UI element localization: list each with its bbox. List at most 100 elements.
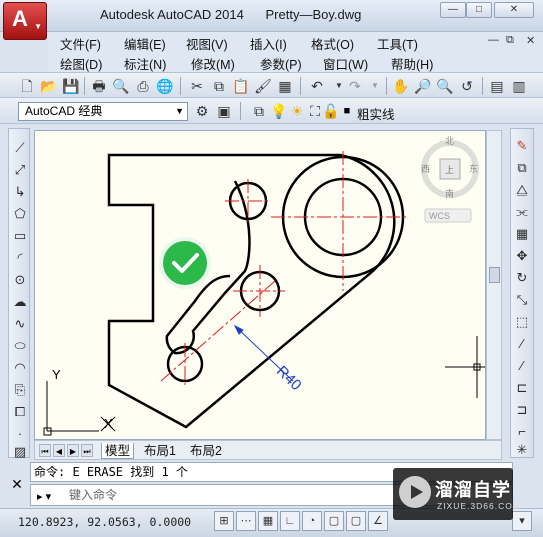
application-menu-button[interactable]: A ▼ bbox=[3, 2, 47, 40]
doc-close-icon[interactable]: ✕ bbox=[526, 34, 535, 47]
move-icon[interactable]: ✥ bbox=[513, 247, 531, 265]
menu-insert[interactable]: 插入(I) bbox=[250, 34, 287, 53]
trim-icon[interactable]: ⁄ bbox=[513, 335, 531, 353]
layer-manager-icon[interactable]: ⧉ bbox=[250, 102, 268, 120]
menu-view[interactable]: 视图(V) bbox=[186, 34, 228, 53]
polar-tracking-icon[interactable]: ◔ bbox=[302, 511, 322, 531]
close-button[interactable]: ✕ bbox=[494, 2, 534, 18]
explode-icon[interactable]: ✳ bbox=[513, 441, 531, 459]
zoom-previous-icon[interactable]: ↺ bbox=[458, 77, 476, 95]
join-icon[interactable]: ⊐ bbox=[513, 401, 531, 419]
save-icon[interactable]: 💾 bbox=[62, 77, 80, 95]
hatch-icon[interactable]: ▨ bbox=[11, 443, 29, 461]
zoom-realtime-icon[interactable]: 🔎 bbox=[414, 77, 432, 95]
workspace-settings-gear-icon[interactable]: ⚙ bbox=[193, 102, 211, 120]
scale-icon[interactable]: ⤡ bbox=[513, 291, 531, 309]
spline-icon[interactable]: ∿ bbox=[11, 315, 29, 333]
match-properties-icon[interactable]: 🖌 bbox=[254, 77, 272, 95]
array-icon[interactable]: ▦ bbox=[513, 225, 531, 243]
current-layer-name[interactable]: 粗实线 bbox=[357, 104, 395, 123]
menu-file[interactable]: 文件(F) bbox=[60, 34, 101, 53]
construction-line-icon[interactable]: ⤢ bbox=[11, 161, 29, 179]
rectangle-icon[interactable]: ▭ bbox=[11, 227, 29, 245]
revision-cloud-icon[interactable]: ☁ bbox=[11, 293, 29, 311]
object-snap-icon[interactable]: ▢ bbox=[324, 511, 344, 531]
polyline-icon[interactable]: ↳ bbox=[11, 183, 29, 201]
menu-draw[interactable]: 绘图(D) bbox=[60, 54, 102, 73]
block-editor-icon[interactable]: ▦ bbox=[276, 77, 294, 95]
erase-icon[interactable]: ✎ bbox=[513, 137, 531, 155]
tab-model[interactable]: 模型 bbox=[101, 443, 135, 459]
insert-block-icon[interactable]: ⎘ bbox=[11, 381, 29, 399]
menu-format[interactable]: 格式(O) bbox=[311, 34, 354, 53]
minimize-button[interactable]: — bbox=[440, 2, 466, 18]
prev-tab-arrow-icon[interactable]: ◀ bbox=[53, 444, 65, 457]
open-icon[interactable]: 📂 bbox=[40, 77, 58, 95]
stretch-icon[interactable]: ⬚ bbox=[513, 313, 531, 331]
next-tab-arrow-icon[interactable]: ▶ bbox=[67, 444, 79, 457]
circle-icon[interactable]: ⊙ bbox=[11, 271, 29, 289]
menu-modify[interactable]: 修改(M) bbox=[191, 54, 235, 73]
design-center-icon[interactable]: ▥ bbox=[510, 77, 528, 95]
object-snap-tracking-icon[interactable]: ∠ bbox=[368, 511, 388, 531]
vertical-scrollbar[interactable] bbox=[486, 130, 502, 440]
zoom-window-icon[interactable]: 🔍 bbox=[436, 77, 454, 95]
point-icon[interactable]: · bbox=[11, 425, 29, 443]
pan-icon[interactable]: ✋ bbox=[392, 77, 410, 95]
extend-icon[interactable]: ⁄ bbox=[513, 357, 531, 375]
publish-icon[interactable]: ⎙ bbox=[134, 77, 152, 95]
snap-mode-icon[interactable]: ⋯ bbox=[236, 511, 256, 531]
menu-dimension[interactable]: 标注(N) bbox=[124, 54, 166, 73]
status-menu-icon[interactable]: ▾ bbox=[512, 511, 532, 531]
infer-constraints-icon[interactable]: ⊞ bbox=[214, 511, 234, 531]
tab-layout1[interactable]: 布局1 bbox=[141, 443, 179, 459]
ellipse-icon[interactable]: ⬭ bbox=[11, 337, 29, 355]
redo-dropdown-icon[interactable]: ▼ bbox=[366, 77, 384, 95]
make-block-icon[interactable]: ⧠ bbox=[11, 403, 29, 421]
doc-restore-icon[interactable]: ⧉ bbox=[506, 34, 514, 47]
command-close-icon[interactable]: ✕ bbox=[8, 476, 26, 494]
menu-edit[interactable]: 编辑(E) bbox=[124, 34, 166, 53]
menu-window[interactable]: 窗口(W) bbox=[323, 54, 368, 73]
ellipse-arc-icon[interactable]: ◠ bbox=[11, 359, 29, 377]
paste-icon[interactable]: 📋 bbox=[232, 77, 250, 95]
offset-icon[interactable]: ⫘ bbox=[513, 203, 531, 221]
line-icon[interactable]: ⟋ bbox=[11, 139, 29, 157]
watermark-sub-text: ZIXUE.3D66.COM bbox=[437, 501, 521, 511]
menu-parameter[interactable]: 参数(P) bbox=[260, 54, 302, 73]
print-preview-icon[interactable]: 🔍 bbox=[112, 77, 130, 95]
break-icon[interactable]: ⊏ bbox=[513, 379, 531, 397]
web-publish-icon[interactable]: 🌐 bbox=[156, 77, 174, 95]
ortho-mode-icon[interactable]: ∟ bbox=[280, 511, 300, 531]
arc-icon[interactable]: ◜ bbox=[11, 249, 29, 267]
cut-icon[interactable]: ✂ bbox=[188, 77, 206, 95]
properties-icon[interactable]: ▤ bbox=[488, 77, 506, 95]
copy-icon[interactable]: ⧉ bbox=[210, 77, 228, 95]
copy-object-icon[interactable]: ⧉ bbox=[513, 159, 531, 177]
layer-on-bulb-icon[interactable]: 💡 bbox=[270, 102, 288, 120]
layer-thaw-sun-icon[interactable]: ☀ bbox=[288, 102, 306, 120]
workspace-customize-icon[interactable]: ▣ bbox=[215, 102, 233, 120]
command-prompt-icon[interactable]: ▸ ▾ bbox=[37, 487, 51, 507]
chamfer-icon[interactable]: ⌐ bbox=[513, 423, 531, 441]
coordinate-display[interactable]: 120.8923, 92.0563, 0.0000 bbox=[18, 515, 191, 529]
print-icon[interactable]: 🖶 bbox=[90, 77, 108, 95]
maximize-button[interactable]: □ bbox=[466, 2, 492, 18]
new-icon[interactable]: 🗋 bbox=[18, 77, 36, 95]
doc-minimize-icon[interactable]: — bbox=[488, 34, 499, 46]
3d-osnap-icon[interactable]: ▢ bbox=[346, 511, 366, 531]
menu-tools[interactable]: 工具(T) bbox=[377, 34, 418, 53]
drawing-canvas[interactable]: R40 Y 北 南 东 西 上 WCS bbox=[34, 130, 486, 440]
rotate-icon[interactable]: ↻ bbox=[513, 269, 531, 287]
last-tab-arrow-icon[interactable]: ⏭ bbox=[81, 444, 93, 457]
tab-layout2[interactable]: 布局2 bbox=[187, 443, 225, 459]
first-tab-arrow-icon[interactable]: ⏮ bbox=[39, 444, 51, 457]
workspace-select[interactable]: AutoCAD 经典 ▼ bbox=[18, 102, 188, 121]
polygon-icon[interactable]: ⬠ bbox=[11, 205, 29, 223]
undo-icon[interactable]: ↶ bbox=[308, 77, 326, 95]
grid-display-icon[interactable]: ▦ bbox=[258, 511, 278, 531]
mirror-icon[interactable]: ⧋ bbox=[513, 181, 531, 199]
redo-icon[interactable]: ↷ bbox=[346, 77, 364, 95]
menu-help[interactable]: 帮助(H) bbox=[391, 54, 433, 73]
scrollbar-thumb[interactable] bbox=[489, 267, 500, 283]
